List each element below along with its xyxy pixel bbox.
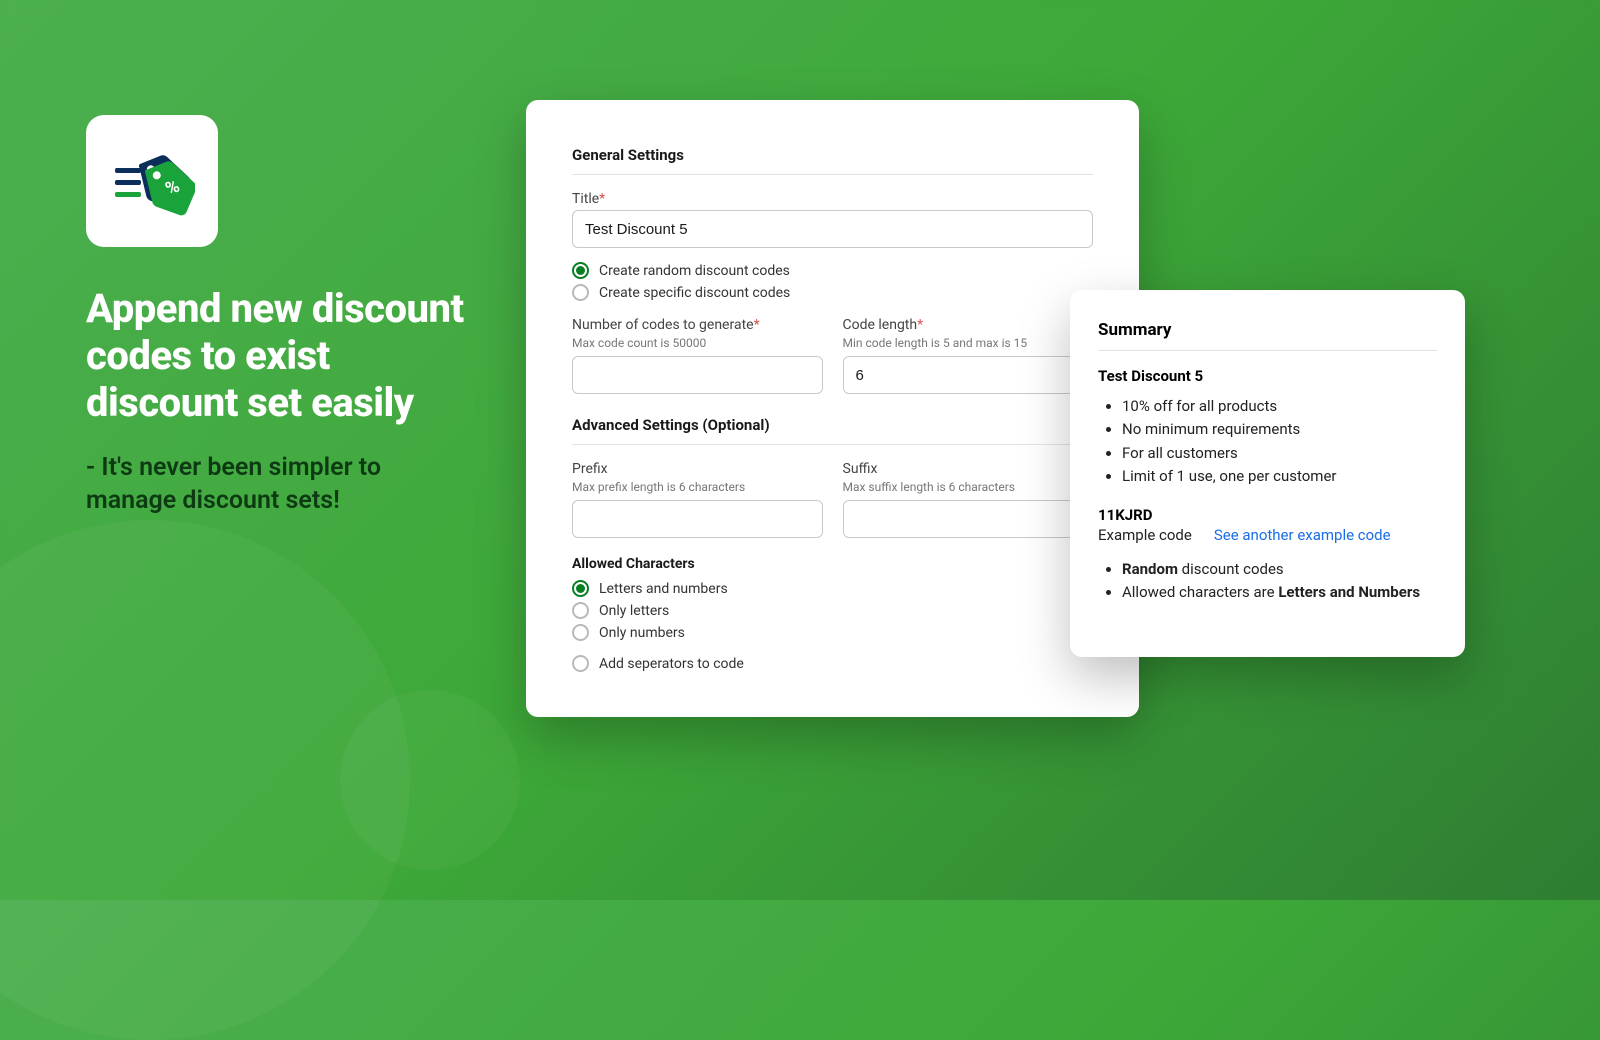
prefix-label: Prefix [572, 461, 823, 477]
summary-bullet: Limit of 1 use, one per customer [1122, 465, 1437, 488]
bold-text: Random [1122, 560, 1178, 578]
summary-bullets-primary: 10% off for all products No minimum requ… [1098, 395, 1437, 488]
radio-icon [572, 624, 589, 641]
summary-heading: Summary [1098, 320, 1437, 340]
settings-card: General Settings Title* Create random di… [526, 100, 1139, 717]
radio-icon [572, 284, 589, 301]
radio-label: Create random discount codes [599, 263, 790, 279]
example-code-row: Example code See another example code [1098, 526, 1437, 544]
radio-only-letters[interactable]: Only letters [572, 602, 1093, 619]
summary-bullet: 10% off for all products [1122, 395, 1437, 418]
title-input[interactable] [572, 210, 1093, 248]
title-label: Title* [572, 191, 1093, 207]
discount-tags-icon: % [109, 138, 195, 224]
example-code-value: 11KJRD [1098, 506, 1437, 524]
prefix-helper: Max prefix length is 6 characters [572, 480, 823, 494]
headline: Append new discount codes to exist disco… [86, 285, 466, 427]
radio-icon [572, 262, 589, 279]
prefix-input[interactable] [572, 500, 823, 538]
label-text: Code length [843, 317, 918, 333]
text: discount codes [1178, 560, 1284, 578]
radio-only-numbers[interactable]: Only numbers [572, 624, 1093, 641]
radio-create-random[interactable]: Create random discount codes [572, 262, 1093, 279]
label-text: Number of codes to generate [572, 317, 754, 333]
radio-icon [572, 602, 589, 619]
suffix-input[interactable] [843, 500, 1094, 538]
code-length-label: Code length* [843, 317, 1094, 333]
num-codes-input[interactable] [572, 356, 823, 394]
summary-bullets-secondary: Random discount codes Allowed characters… [1098, 558, 1437, 605]
divider [572, 444, 1093, 445]
see-another-example-link[interactable]: See another example code [1214, 526, 1391, 544]
radio-label: Letters and numbers [599, 581, 728, 597]
marketing-left-column: % Append new discount codes to exist dis… [86, 115, 466, 518]
app-logo-tile: % [86, 115, 218, 247]
radio-label: Only numbers [599, 625, 685, 641]
radio-label: Create specific discount codes [599, 285, 790, 301]
summary-card: Summary Test Discount 5 10% off for all … [1070, 290, 1465, 657]
radio-icon [572, 580, 589, 597]
summary-bullet: No minimum requirements [1122, 418, 1437, 441]
checkbox-label: Add seperators to code [599, 656, 744, 672]
summary-bullet: For all customers [1122, 442, 1437, 465]
summary-bullet: Allowed characters are Letters and Numbe… [1122, 581, 1437, 604]
num-codes-label: Number of codes to generate* [572, 317, 823, 333]
code-length-helper: Min code length is 5 and max is 15 [843, 336, 1094, 350]
example-code-label: Example code [1098, 526, 1192, 544]
required-asterisk: * [599, 191, 605, 207]
code-length-input[interactable] [843, 356, 1094, 394]
text: Allowed characters are [1122, 583, 1278, 601]
suffix-helper: Max suffix length is 6 characters [843, 480, 1094, 494]
suffix-label: Suffix [843, 461, 1094, 477]
radio-label: Only letters [599, 603, 669, 619]
divider [572, 174, 1093, 175]
general-settings-heading: General Settings [572, 146, 1093, 164]
allowed-characters-heading: Allowed Characters [572, 556, 1093, 572]
advanced-settings-heading: Advanced Settings (Optional) [572, 416, 1093, 434]
divider [1098, 350, 1437, 351]
radio-letters-and-numbers[interactable]: Letters and numbers [572, 580, 1093, 597]
radio-create-specific[interactable]: Create specific discount codes [572, 284, 1093, 301]
checkbox-add-separators[interactable]: Add seperators to code [572, 655, 1093, 672]
required-asterisk: * [754, 317, 760, 333]
checkbox-icon [572, 655, 589, 672]
bold-text: Letters and Numbers [1278, 583, 1420, 601]
summary-discount-name: Test Discount 5 [1098, 367, 1437, 385]
title-label-text: Title [572, 191, 599, 207]
required-asterisk: * [917, 317, 923, 333]
num-codes-helper: Max code count is 50000 [572, 336, 823, 350]
summary-bullet: Random discount codes [1122, 558, 1437, 581]
decorative-circle [340, 690, 520, 870]
subheadline: - It's never been simpler to manage disc… [86, 451, 466, 519]
